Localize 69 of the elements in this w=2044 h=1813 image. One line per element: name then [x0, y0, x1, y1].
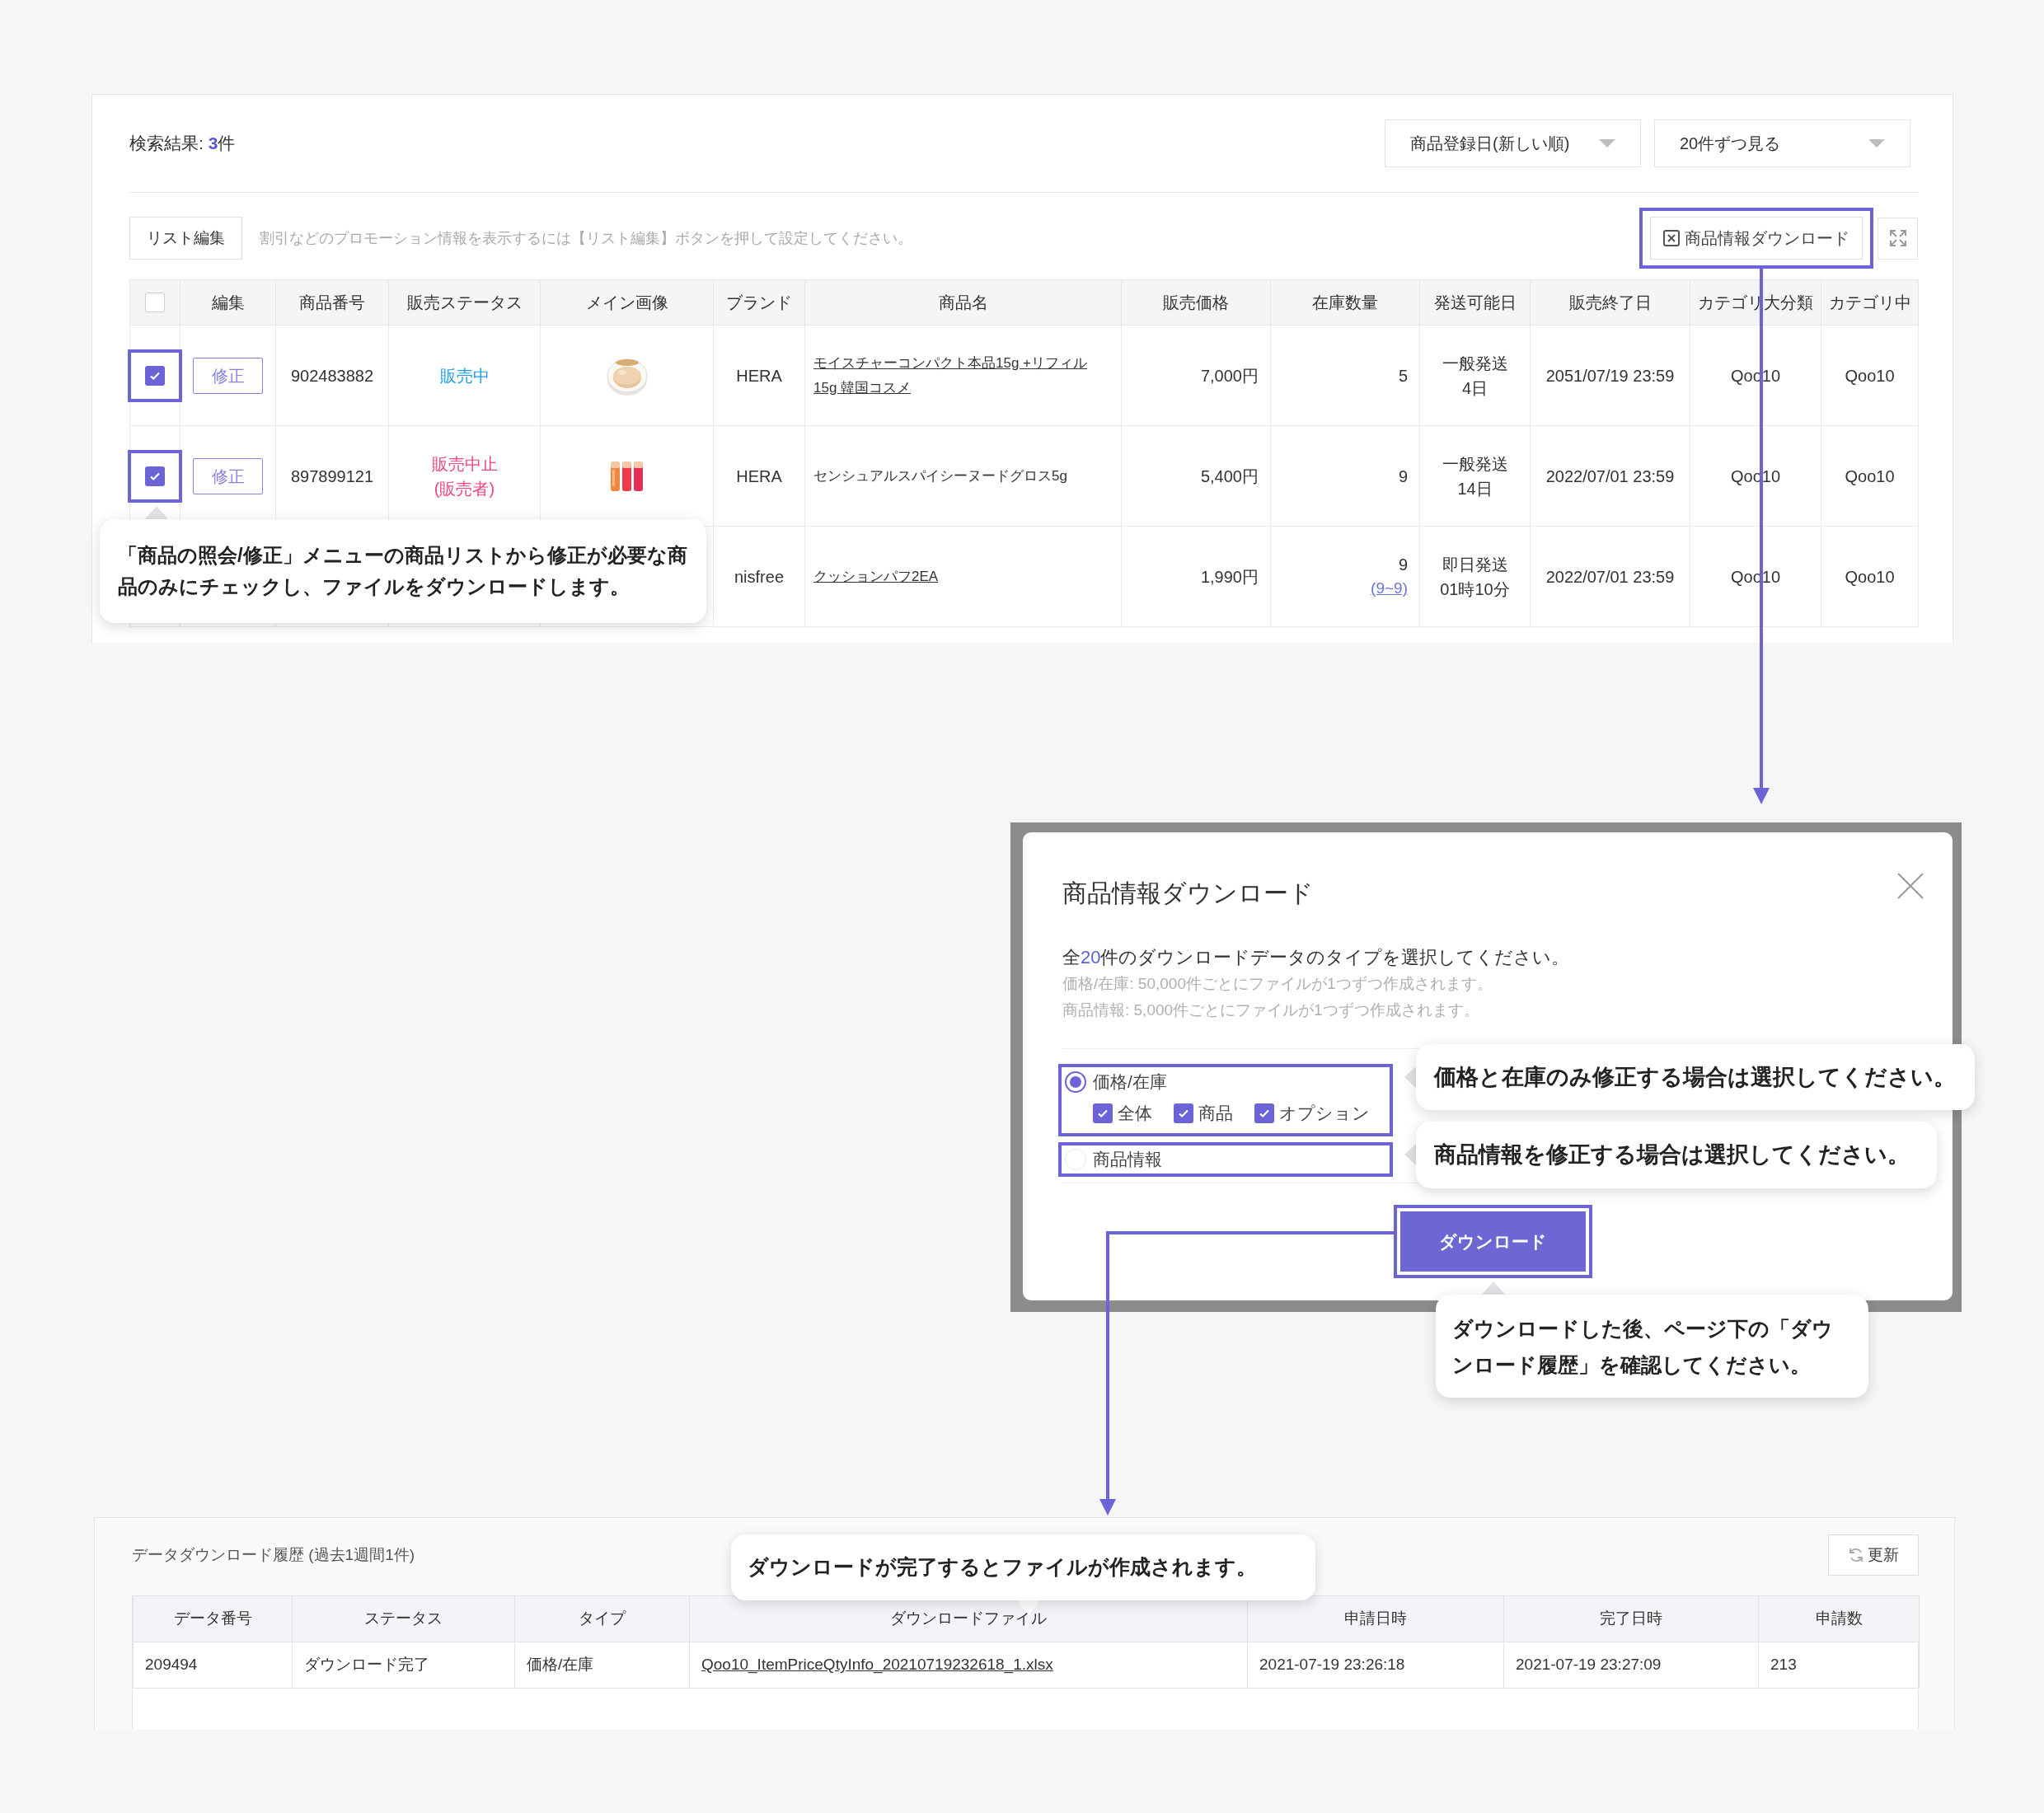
table-cell: Qoo10 — [1821, 425, 1919, 527]
column-header: 編集 — [180, 279, 276, 326]
table-cell: 一般発送 14日 — [1419, 425, 1531, 527]
table-cell: nisfree — [713, 526, 805, 627]
table-cell: 7,000円 — [1121, 325, 1271, 426]
status-text: 販売中 — [388, 325, 541, 426]
column-header: 在庫数量 — [1270, 279, 1420, 326]
table-cell: ダウンロード完了 — [292, 1642, 515, 1689]
callout: 「商品の照会/修正」メニューの商品リストから修正が必要な商品のみにチェックし、ファイルをダウンロードします。 — [100, 519, 706, 623]
table-cell: 209494 — [133, 1642, 293, 1689]
callout: 商品情報を修正する場合は選択してください。 — [1416, 1122, 1937, 1188]
dialog-title: 商品情報ダウンロード — [1062, 878, 1314, 908]
dialog-note: 価格/在庫: 50,000件ごとにファイルが1つずつ作成されます。 — [1062, 974, 1493, 994]
dialog-summary: 全20件のダウンロードデータのタイプを選択してください。 — [1062, 946, 1571, 969]
hint-text: 割引などのプロモーション情報を表示するには【リスト編集】ボタンを押して設定してください。 — [260, 228, 912, 248]
checkbox-label: 商品 — [1198, 1103, 1233, 1125]
table-cell: HERA — [713, 425, 805, 527]
column-header: ブランド — [713, 279, 805, 326]
callout: ダウンロードした後、ページ下の「ダウンロード履歴」を確認してください。 — [1436, 1295, 1868, 1398]
table-cell: 1,990円 — [1121, 526, 1271, 627]
section-title: データダウンロード履歴 (過去1週間1件) — [132, 1544, 415, 1565]
radio-label: 商品情報 — [1093, 1149, 1162, 1171]
download-button[interactable]: ダウンロード — [1400, 1211, 1586, 1272]
table-cell: センシュアルスパイシーヌードグロス5g — [804, 425, 1122, 527]
stock-count: 9 — [1397, 466, 1408, 487]
table-cell: 価格/在庫 — [514, 1642, 690, 1689]
dialog-note: 商品情報: 5,000件ごとにファイルが1つずつ作成されます。 — [1062, 1000, 1480, 1020]
table-cell: 2021-07-19 23:26:18 — [1247, 1642, 1504, 1689]
table-cell: 902483882 — [275, 325, 389, 426]
callout: ダウンロードが完了するとファイルが作成されます。 — [731, 1534, 1315, 1600]
table-cell: Qoo10 — [1821, 325, 1919, 426]
table-cell: Qoo10 — [1821, 526, 1919, 627]
column-header: 販売ステータス — [388, 279, 541, 326]
stock-count: 5 — [1397, 365, 1408, 386]
column-header: メイン画像 — [540, 279, 714, 326]
checkbox-label: 全体 — [1118, 1103, 1152, 1125]
product-link[interactable]: クッションパフ2EA — [813, 564, 939, 589]
table-cell: 2021-07-19 23:27:09 — [1503, 1642, 1759, 1689]
column-header: 完了日時 — [1503, 1595, 1759, 1642]
callout: 価格と在庫のみ修正する場合は選択してください。 — [1416, 1044, 1975, 1110]
table-cell: 2022/07/01 23:59 — [1530, 526, 1690, 627]
sort-dropdown[interactable]: 商品登録日(新しい順) — [1385, 119, 1641, 167]
column-header: 発送可能日 — [1419, 279, 1531, 326]
table-cell: 5,400円 — [1121, 425, 1271, 527]
page-size-dropdown[interactable]: 20件ずつ見る — [1654, 119, 1910, 167]
list-edit-button[interactable]: リスト編集 — [129, 217, 242, 260]
column-header: 商品番号 — [275, 279, 389, 326]
column-header: タイプ — [514, 1595, 690, 1642]
table-cell: HERA — [713, 325, 805, 426]
column-header: カテゴリ中 — [1821, 279, 1919, 326]
column-header: 販売価格 — [1121, 279, 1271, 326]
table-cell: 即日発送 01時10分 — [1419, 526, 1531, 627]
table-cell: 213 — [1758, 1642, 1920, 1689]
table-cell: 2051/07/19 23:59 — [1530, 325, 1690, 426]
stock-count: 9 — [1397, 555, 1408, 576]
radio-label: 価格/在庫 — [1093, 1071, 1167, 1094]
column-header: 商品名 — [804, 279, 1122, 326]
column-header: 申請数 — [1758, 1595, 1920, 1642]
column-header: データ番号 — [133, 1595, 293, 1642]
column-header: カテゴリ大分類 — [1690, 279, 1821, 326]
download-button[interactable]: 商品情報ダウンロード — [1650, 217, 1863, 260]
checkbox-label: オプション — [1279, 1103, 1370, 1125]
refresh-button[interactable]: 更新 — [1828, 1534, 1919, 1576]
result-count-text: 検索結果: 3件 — [129, 133, 236, 155]
table-cell: 一般発送 4日 — [1419, 325, 1531, 426]
column-header: 販売終了日 — [1530, 279, 1690, 326]
table-cell: 2022/07/01 23:59 — [1530, 425, 1690, 527]
column-header: ステータス — [292, 1595, 515, 1642]
stock-range-link[interactable]: (9~9) — [1271, 577, 1408, 601]
